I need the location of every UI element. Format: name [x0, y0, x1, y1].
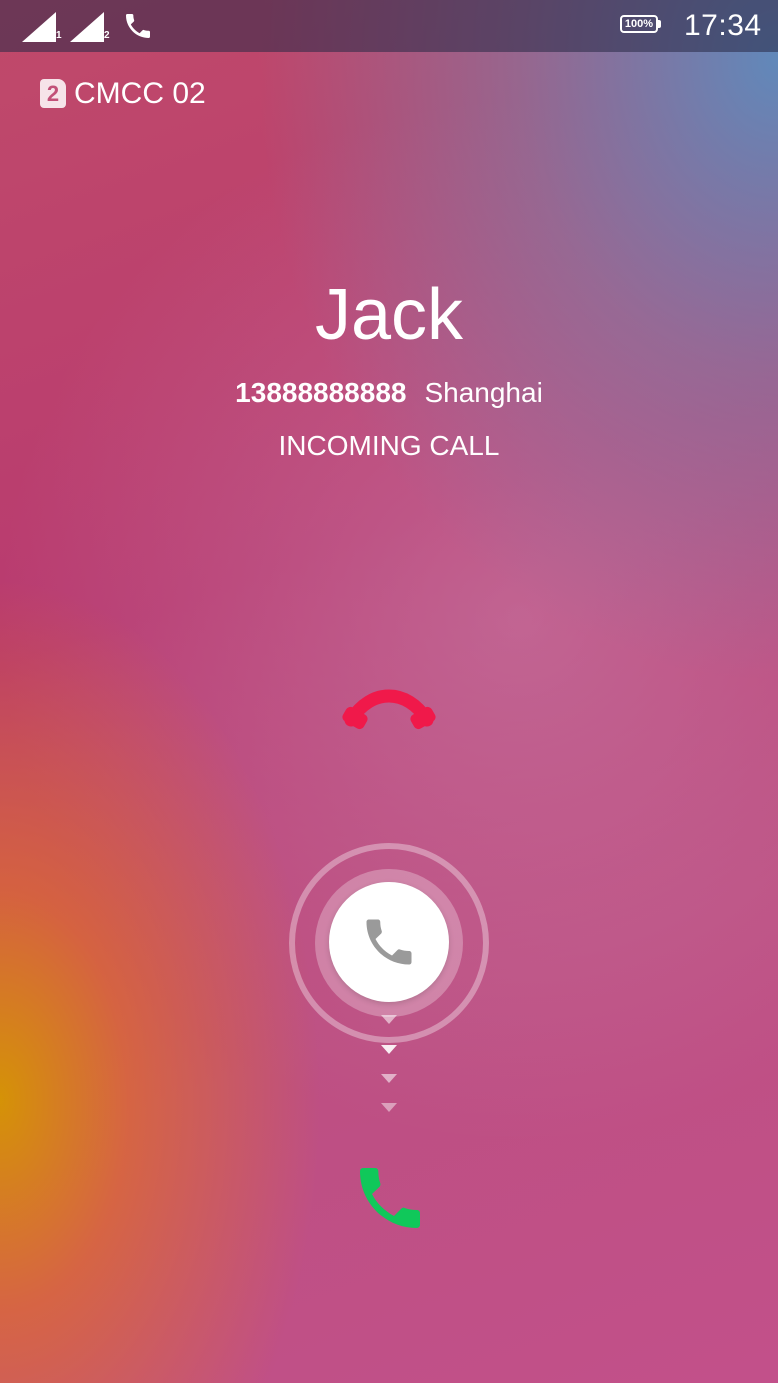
caller-number: 13888888888 — [235, 377, 407, 408]
status-bar: 1 2 100% 17:34 — [0, 0, 778, 52]
signal-sim1-icon — [22, 12, 56, 42]
sim-slot-badge: 2 — [40, 79, 66, 108]
swipe-hint-chevron — [381, 1015, 397, 1024]
signal-sim2-icon — [70, 12, 104, 42]
caller-location: Shanghai — [424, 377, 543, 408]
swipe-hint-chevron — [381, 1074, 397, 1083]
battery-level: 100% — [624, 18, 654, 30]
clock: 17:34 — [684, 9, 762, 42]
answer-icon[interactable] — [350, 1158, 430, 1238]
call-active-icon — [126, 14, 150, 38]
signal-sim1-label: 1 — [56, 30, 62, 41]
answer-slider-knob[interactable] — [329, 882, 449, 1002]
caller-name: Jack — [314, 275, 464, 355]
carrier-name: CMCC 02 — [74, 77, 206, 110]
hang-up-icon[interactable] — [341, 688, 437, 736]
battery-nub — [658, 20, 661, 28]
caller-info: 13888888888 Shanghai — [0, 375, 778, 411]
swipe-hint-chevron — [381, 1103, 397, 1112]
swipe-hint-chevron — [381, 1045, 397, 1054]
call-status: INCOMING CALL — [278, 430, 500, 461]
signal-sim2-label: 2 — [104, 30, 110, 41]
phone-icon — [366, 919, 412, 965]
battery-icon: 100% — [620, 15, 661, 35]
